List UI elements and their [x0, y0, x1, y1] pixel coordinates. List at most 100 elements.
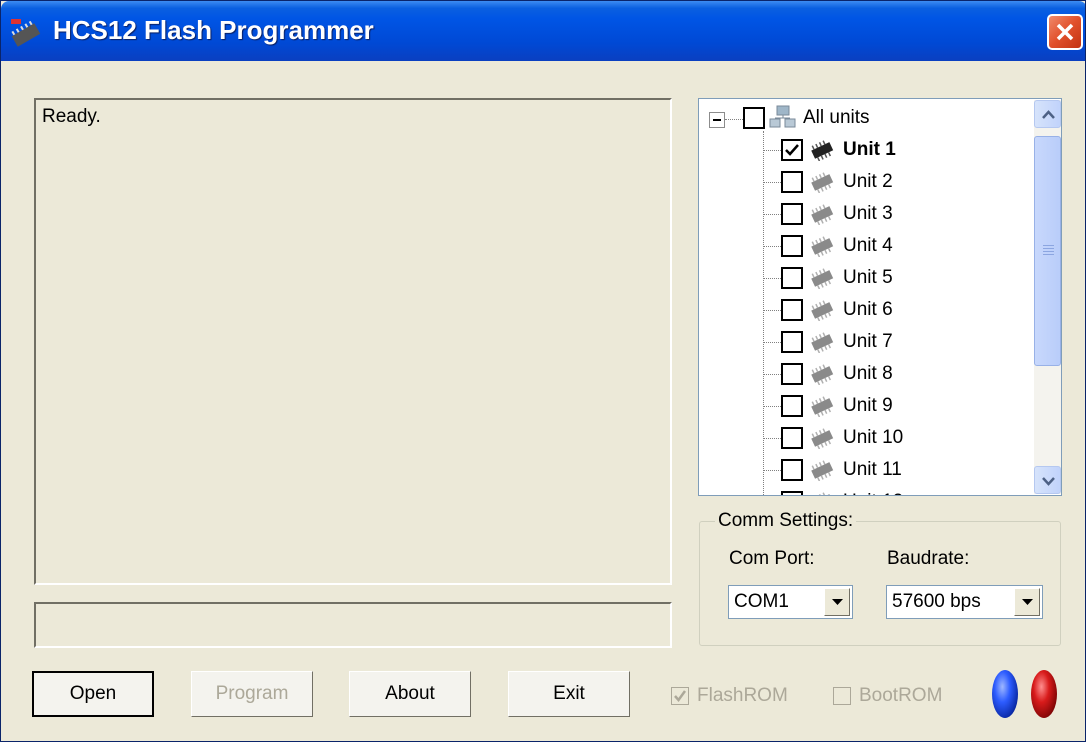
- chevron-down-icon: [1042, 477, 1055, 486]
- tree-item-unit[interactable]: Unit 7: [781, 326, 893, 358]
- checkmark-icon: [674, 690, 687, 703]
- com-port-label: Com Port:: [729, 548, 815, 569]
- tree-connector: [763, 406, 781, 407]
- collapse-toggle-icon[interactable]: [709, 112, 725, 128]
- flashrom-label: FlashROM: [697, 685, 788, 706]
- title-bar[interactable]: HCS12 Flash Programmer: [1, 1, 1085, 61]
- log-output[interactable]: Ready.: [34, 98, 672, 585]
- unit-label: Unit 3: [843, 203, 893, 224]
- progress-bar: [34, 602, 672, 648]
- unit-checkbox[interactable]: [781, 203, 803, 225]
- com-port-select[interactable]: COM1: [728, 585, 853, 619]
- unit-checkbox[interactable]: [781, 427, 803, 449]
- chip-icon: [811, 396, 834, 417]
- window-title: HCS12 Flash Programmer: [53, 15, 374, 45]
- tree-item-unit[interactable]: Unit 1: [781, 134, 896, 166]
- tree-item-unit[interactable]: Unit 8: [781, 358, 893, 390]
- tree-item-unit[interactable]: Unit 4: [781, 230, 893, 262]
- network-icon: [769, 105, 796, 128]
- unit-checkbox[interactable]: [781, 491, 803, 495]
- comm-settings-title: Comm Settings:: [715, 510, 857, 532]
- all-units-label: All units: [803, 107, 870, 128]
- tree-connector: [763, 342, 781, 343]
- bootrom-checkbox[interactable]: [833, 687, 851, 705]
- tree-connector: [763, 470, 781, 471]
- unit-checkbox[interactable]: [781, 235, 803, 257]
- chevron-down-icon: [832, 599, 843, 605]
- flashrom-option[interactable]: FlashROM: [671, 685, 788, 707]
- log-text: Ready.: [42, 106, 101, 127]
- program-button[interactable]: Program: [191, 671, 313, 717]
- chip-icon: [811, 204, 834, 225]
- unit-checkbox[interactable]: [781, 331, 803, 353]
- unit-label: Unit 11: [843, 459, 902, 480]
- unit-checkbox[interactable]: [781, 139, 803, 161]
- tree-connector: [763, 278, 781, 279]
- bootrom-label: BootROM: [859, 685, 943, 706]
- unit-label: Unit 9: [843, 395, 893, 416]
- flashrom-checkbox[interactable]: [671, 687, 689, 705]
- unit-label: Unit 10: [843, 427, 904, 448]
- unit-label: Unit 5: [843, 267, 893, 288]
- tree-connector: [763, 150, 781, 151]
- baudrate-dropdown-button[interactable]: [1014, 588, 1040, 616]
- blue-status-led: [992, 670, 1018, 718]
- about-button[interactable]: About: [349, 671, 471, 717]
- com-port-value: COM1: [734, 591, 789, 612]
- chip-icon: [811, 492, 834, 495]
- unit-label: Unit 8: [843, 363, 893, 384]
- com-port-dropdown-button[interactable]: [824, 588, 850, 616]
- unit-label: Unit 4: [843, 235, 893, 256]
- unit-label: Unit 1: [843, 139, 896, 160]
- chip-icon: [811, 236, 834, 257]
- exit-button[interactable]: Exit: [508, 671, 630, 717]
- baudrate-value: 57600 bps: [892, 591, 981, 612]
- tree-connector: [763, 310, 781, 311]
- unit-checkbox[interactable]: [781, 395, 803, 417]
- checkmark-icon: [785, 144, 799, 156]
- chip-app-icon: [11, 19, 41, 47]
- tree-scrollbar[interactable]: [1034, 100, 1061, 494]
- tree-connector: [763, 246, 781, 247]
- unit-tree[interactable]: All units Unit 1 Unit 2 Unit 3 Unit 4 Unit 5…: [698, 98, 1062, 496]
- unit-checkbox[interactable]: [781, 267, 803, 289]
- tree-item-unit[interactable]: Unit 3: [781, 198, 893, 230]
- tree-item-unit[interactable]: Unit 12: [781, 486, 903, 495]
- unit-checkbox[interactable]: [781, 363, 803, 385]
- scroll-thumb[interactable]: [1034, 136, 1061, 366]
- close-icon: [1056, 23, 1074, 41]
- chip-icon: [811, 332, 834, 353]
- tree-item-unit[interactable]: Unit 10: [781, 422, 903, 454]
- unit-label: Unit 2: [843, 171, 893, 192]
- close-button[interactable]: [1047, 14, 1083, 50]
- scroll-down-button[interactable]: [1034, 466, 1061, 494]
- baudrate-label: Baudrate:: [887, 548, 970, 569]
- tree-connector: [725, 119, 743, 120]
- tree-connector: [763, 374, 781, 375]
- tree-item-unit[interactable]: Unit 5: [781, 262, 893, 294]
- all-units-checkbox[interactable]: [743, 107, 765, 129]
- chip-icon: [811, 300, 834, 321]
- chip-icon: [811, 460, 834, 481]
- tree-connector: [763, 214, 781, 215]
- unit-checkbox[interactable]: [781, 459, 803, 481]
- red-status-led: [1031, 670, 1057, 718]
- bootrom-option[interactable]: BootROM: [833, 685, 942, 707]
- baudrate-select[interactable]: 57600 bps: [886, 585, 1043, 619]
- tree-item-unit[interactable]: Unit 2: [781, 166, 893, 198]
- unit-checkbox[interactable]: [781, 171, 803, 193]
- unit-checkbox[interactable]: [781, 299, 803, 321]
- tree-item-unit[interactable]: Unit 6: [781, 294, 893, 326]
- chevron-up-icon: [1042, 110, 1055, 119]
- tree-item-unit[interactable]: Unit 9: [781, 390, 893, 422]
- scroll-up-button[interactable]: [1034, 100, 1061, 128]
- tree-root-all-units[interactable]: All units: [743, 102, 870, 134]
- tree-connector: [763, 182, 781, 183]
- chip-icon: [811, 172, 834, 193]
- chip-icon: [811, 268, 834, 289]
- open-button[interactable]: Open: [32, 671, 154, 717]
- tree-connector: [763, 131, 764, 495]
- tree-item-unit[interactable]: Unit 11: [781, 454, 902, 486]
- tree-connector: [763, 438, 781, 439]
- chevron-down-icon: [1022, 599, 1033, 605]
